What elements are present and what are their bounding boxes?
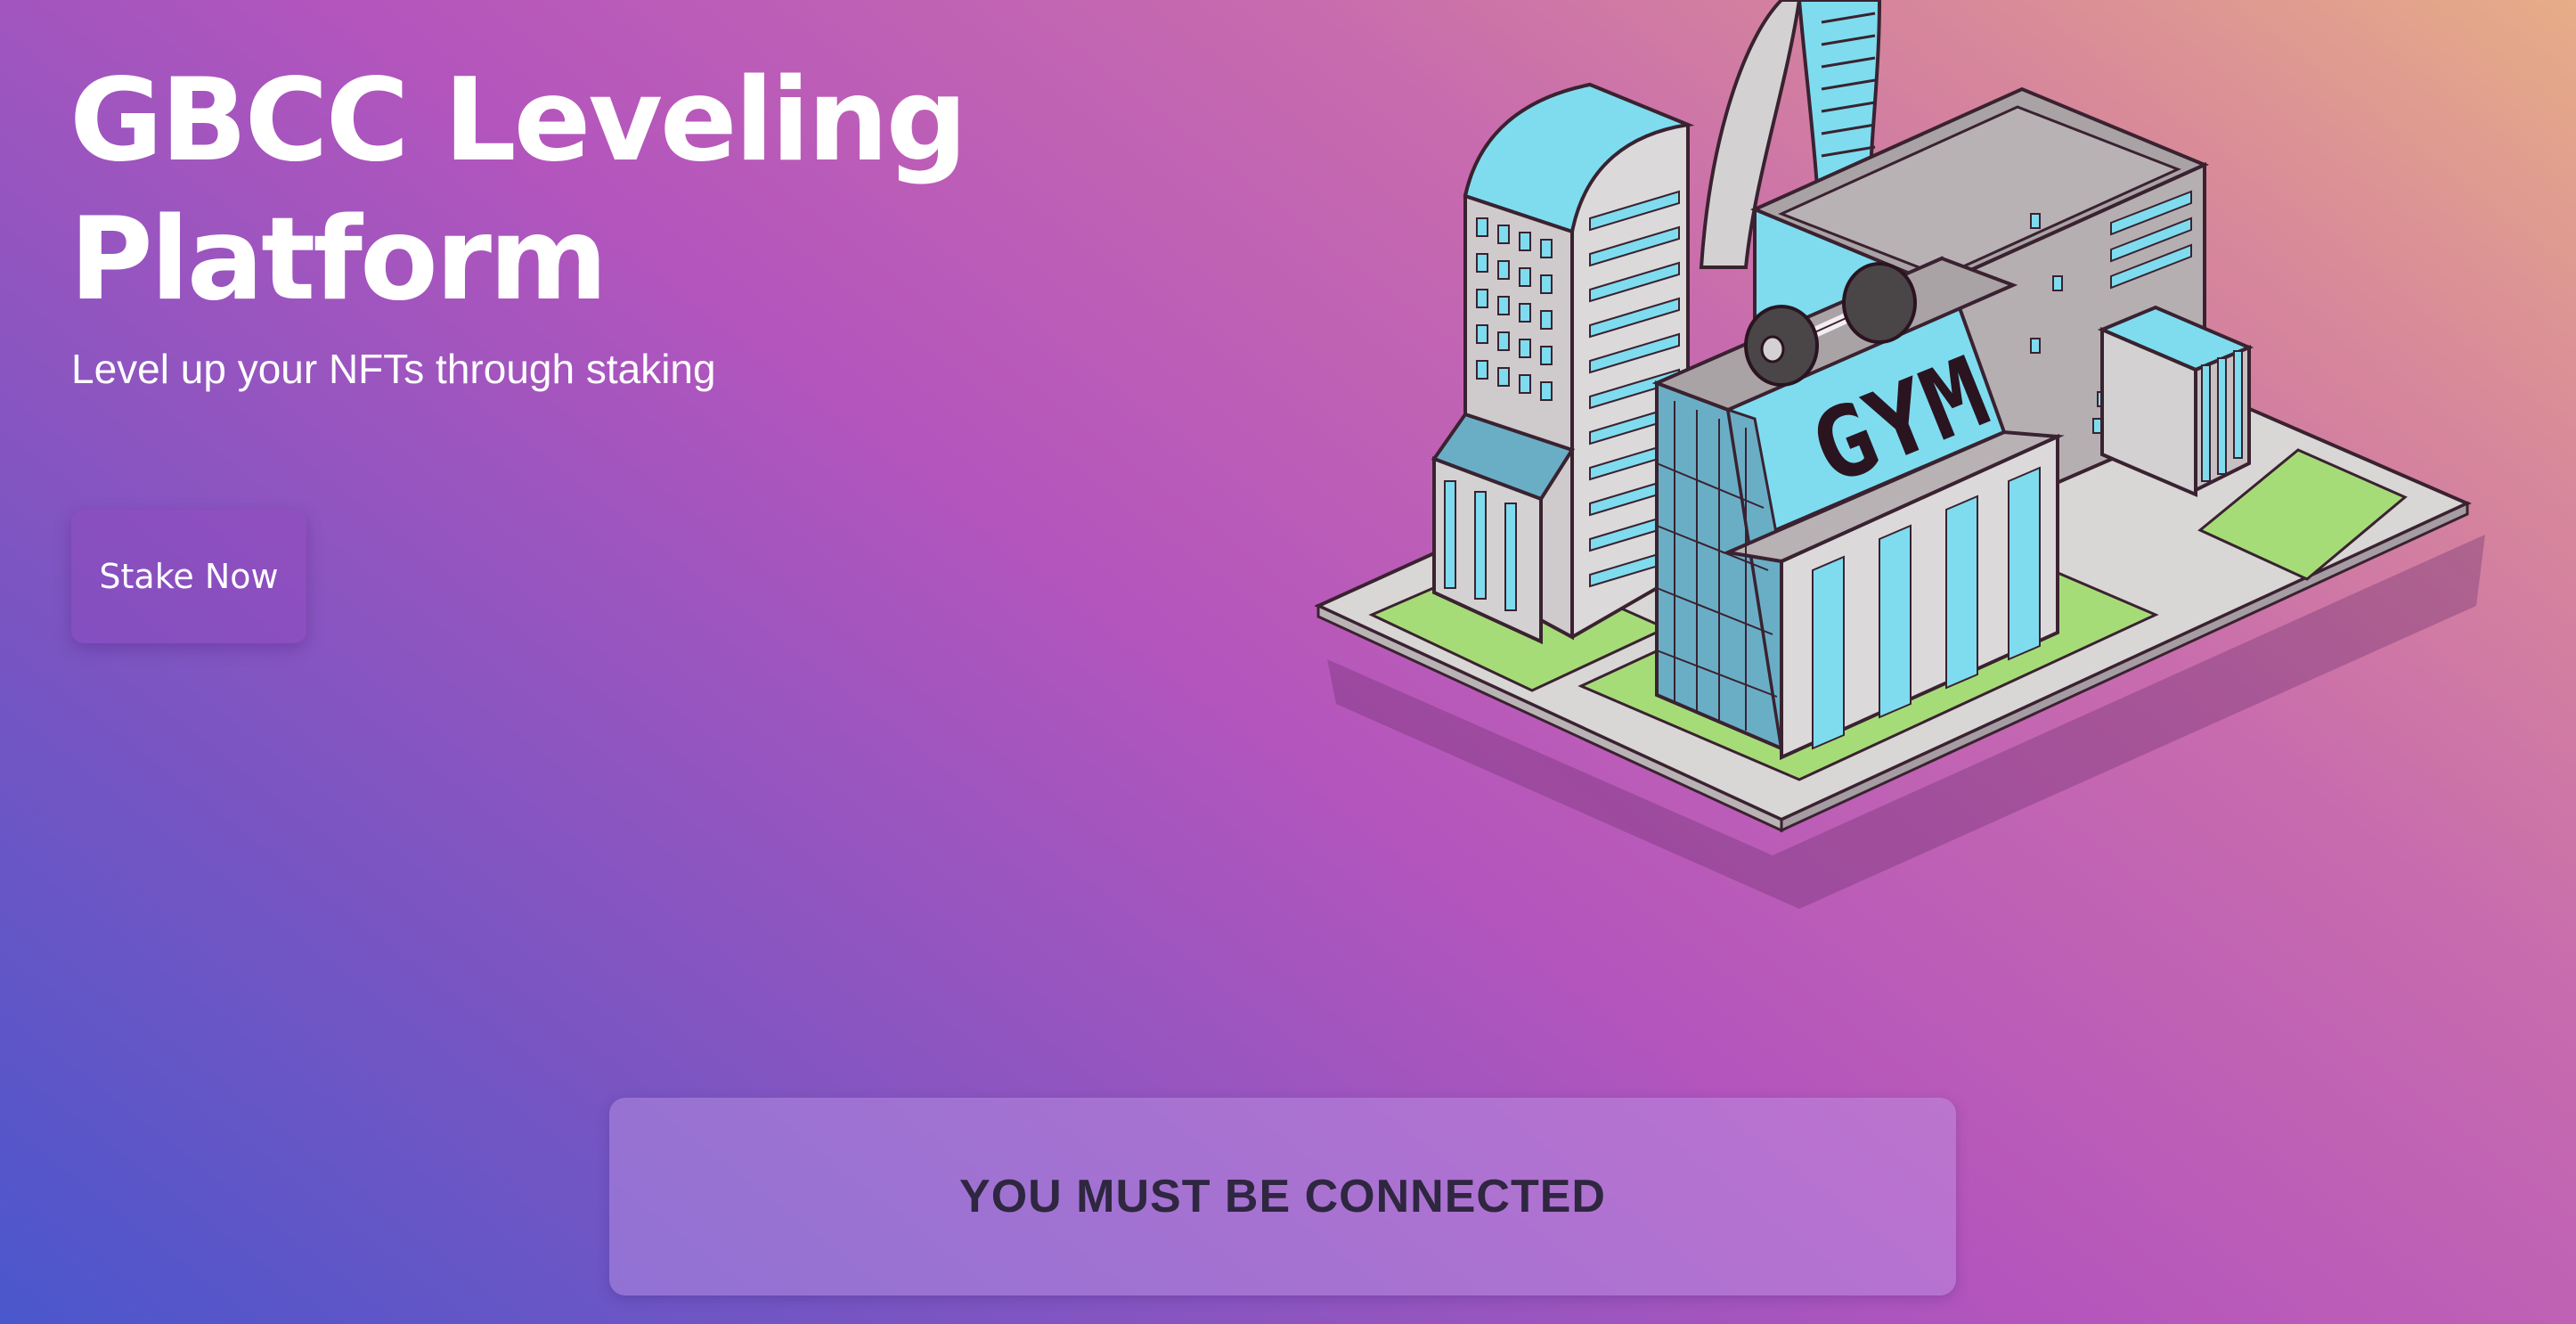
left-office-tower — [1431, 82, 1695, 645]
title-line-2: Platform — [69, 193, 607, 326]
connection-notice-text: YOU MUST BE CONNECTED — [959, 1171, 1606, 1222]
page-title: GBCC Leveling Platform — [69, 52, 1138, 330]
gym-city-illustration: GYM — [1314, 0, 2485, 909]
page-subtitle: Level up your NFTs through staking — [71, 346, 716, 392]
stake-now-button[interactable]: Stake Now — [71, 510, 306, 643]
title-line-1: GBCC Leveling — [69, 54, 967, 187]
stake-now-label: Stake Now — [99, 557, 279, 596]
connection-notice: YOU MUST BE CONNECTED — [609, 1098, 1956, 1295]
